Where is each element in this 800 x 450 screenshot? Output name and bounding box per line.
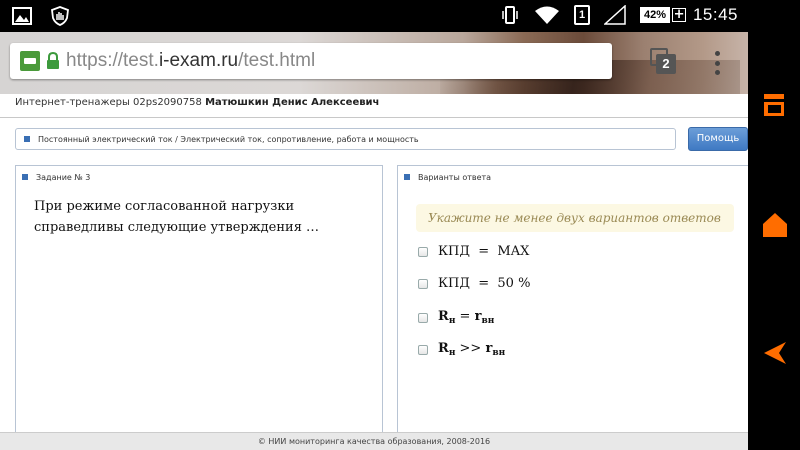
- question-text: При режиме согласованной нагрузки справе…: [34, 199, 320, 235]
- home-icon[interactable]: [762, 212, 788, 238]
- tab-count: 2: [656, 54, 676, 74]
- answers-title: Варианты ответа: [418, 172, 492, 182]
- url-text[interactable]: https://test.i-exam.ru/test.html: [66, 50, 315, 72]
- wifi-icon: [535, 6, 559, 24]
- menu-dot-icon: [714, 60, 720, 66]
- task-panel: Задание № 3 При режиме согласованной наг…: [15, 165, 383, 450]
- url-prefix: https://test.: [66, 50, 159, 71]
- user-info: Интернет-тренажеры 02ps2090758 Матюшкин …: [15, 97, 379, 108]
- device-screen: 1 42% + 15:45 https://test.i-exam.ru/tes…: [0, 0, 800, 450]
- answer-hint: Укажите не менее двух вариантов ответов: [416, 204, 734, 232]
- answer-option[interactable]: Rн >> rвн: [418, 341, 505, 358]
- bullet-icon: [22, 174, 28, 180]
- recent-apps-icon[interactable]: [762, 92, 788, 118]
- footer: © НИИ мониторинга качества образования, …: [0, 432, 748, 450]
- charging-icon: +: [672, 7, 687, 22]
- overflow-menu-button[interactable]: [713, 51, 721, 75]
- task-title: Задание № 3: [36, 172, 91, 182]
- vibrate-icon: [502, 6, 518, 24]
- bullet-icon: [24, 136, 30, 142]
- url-path: /test.html: [238, 50, 316, 71]
- lock-icon: [47, 52, 59, 69]
- menu-dot-icon: [714, 51, 720, 56]
- clock: 15:45: [692, 5, 738, 24]
- url-host: i-exam.ru: [158, 50, 239, 71]
- topic-breadcrumb: Постоянный электрический ток / Электриче…: [15, 128, 676, 150]
- option-checkbox[interactable]: [418, 278, 428, 289]
- help-button[interactable]: Помощь: [688, 127, 748, 151]
- user-name: Матюшкин Денис Алексеевич: [205, 97, 380, 108]
- menu-dot-icon: [714, 70, 720, 75]
- answer-option[interactable]: КПД = MAX: [418, 244, 529, 259]
- option-formula: Rн = rвн: [438, 309, 495, 326]
- shield-hand-icon: [51, 6, 69, 26]
- battery-percent: 42%: [640, 7, 671, 23]
- option-checkbox[interactable]: [418, 344, 428, 355]
- option-text: КПД = 50 %: [438, 276, 531, 291]
- user-label: Интернет-тренажеры 02ps2090758: [15, 97, 202, 108]
- address-bar[interactable]: https://test.i-exam.ru/test.html: [10, 43, 612, 79]
- signal-icon: [604, 5, 626, 25]
- battery-icon: 42% +: [640, 7, 687, 23]
- site-favicon-icon: [20, 51, 40, 71]
- option-checkbox[interactable]: [418, 312, 428, 323]
- answer-option[interactable]: КПД = 50 %: [418, 276, 530, 291]
- back-icon[interactable]: [762, 340, 788, 366]
- sim-icon: 1: [574, 5, 590, 25]
- option-checkbox[interactable]: [418, 246, 428, 257]
- status-bar: 1 42% + 15:45: [0, 0, 800, 32]
- task-panel-header: Задание № 3: [16, 166, 382, 188]
- answers-panel-header: Варианты ответа: [398, 166, 748, 188]
- gallery-icon: [12, 7, 32, 25]
- option-text: КПД = MAX: [438, 244, 530, 259]
- topic-text: Постоянный электрический ток / Электриче…: [38, 134, 419, 144]
- navigation-bar: [748, 32, 800, 450]
- bullet-icon: [404, 174, 410, 180]
- tab-switcher-button[interactable]: 2: [650, 48, 676, 76]
- option-formula: Rн >> rвн: [438, 341, 506, 358]
- browser-window: https://test.i-exam.ru/test.html 2 Интер…: [0, 32, 748, 450]
- divider: [0, 117, 748, 118]
- answer-option[interactable]: Rн = rвн: [418, 309, 494, 326]
- answers-panel: Варианты ответа Укажите не менее двух ва…: [397, 165, 748, 450]
